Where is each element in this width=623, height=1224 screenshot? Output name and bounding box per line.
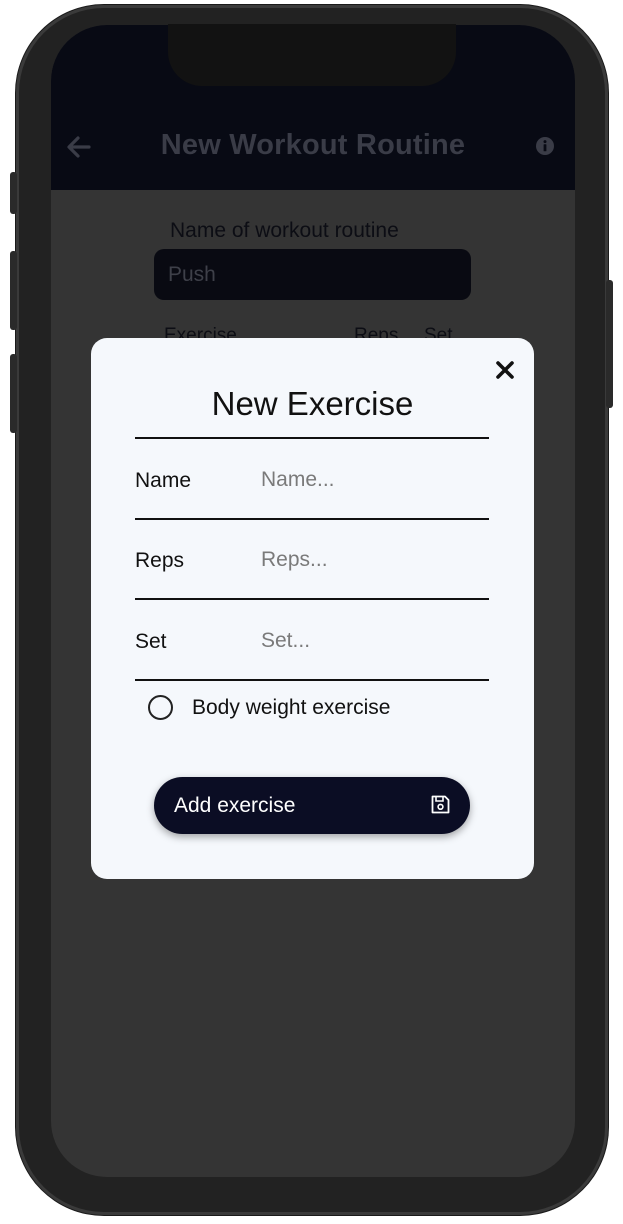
info-circle-icon[interactable] bbox=[535, 136, 555, 156]
divider bbox=[135, 518, 489, 520]
modal-title: New Exercise bbox=[211, 385, 414, 422]
routine-name-input[interactable]: Push bbox=[154, 249, 471, 300]
reps-label: Reps bbox=[135, 549, 185, 572]
silent-switch bbox=[10, 172, 17, 214]
close-icon[interactable] bbox=[494, 359, 516, 381]
name-input[interactable] bbox=[261, 464, 486, 496]
volume-down-button bbox=[10, 354, 17, 433]
notch bbox=[168, 24, 456, 86]
name-label: Name bbox=[135, 469, 192, 492]
divider bbox=[135, 437, 489, 439]
routine-name-value: Push bbox=[168, 263, 216, 286]
power-button bbox=[606, 280, 613, 408]
page-title: New Workout Routine bbox=[160, 129, 466, 161]
new-exercise-modal: New Exercise Name Reps Set Body weight e… bbox=[91, 338, 534, 879]
volume-up-button bbox=[10, 251, 17, 330]
body-weight-radio[interactable] bbox=[148, 695, 173, 720]
routine-name-label: Name of workout routine bbox=[170, 219, 399, 242]
save-icon bbox=[431, 795, 450, 814]
set-input[interactable] bbox=[261, 625, 486, 657]
add-exercise-button[interactable]: Add exercise bbox=[154, 777, 470, 834]
set-label: Set bbox=[135, 630, 167, 653]
divider bbox=[135, 598, 489, 600]
add-exercise-label: Add exercise bbox=[174, 794, 296, 817]
body-weight-label: Body weight exercise bbox=[192, 696, 391, 719]
reps-input[interactable] bbox=[261, 544, 486, 576]
divider bbox=[135, 679, 489, 681]
